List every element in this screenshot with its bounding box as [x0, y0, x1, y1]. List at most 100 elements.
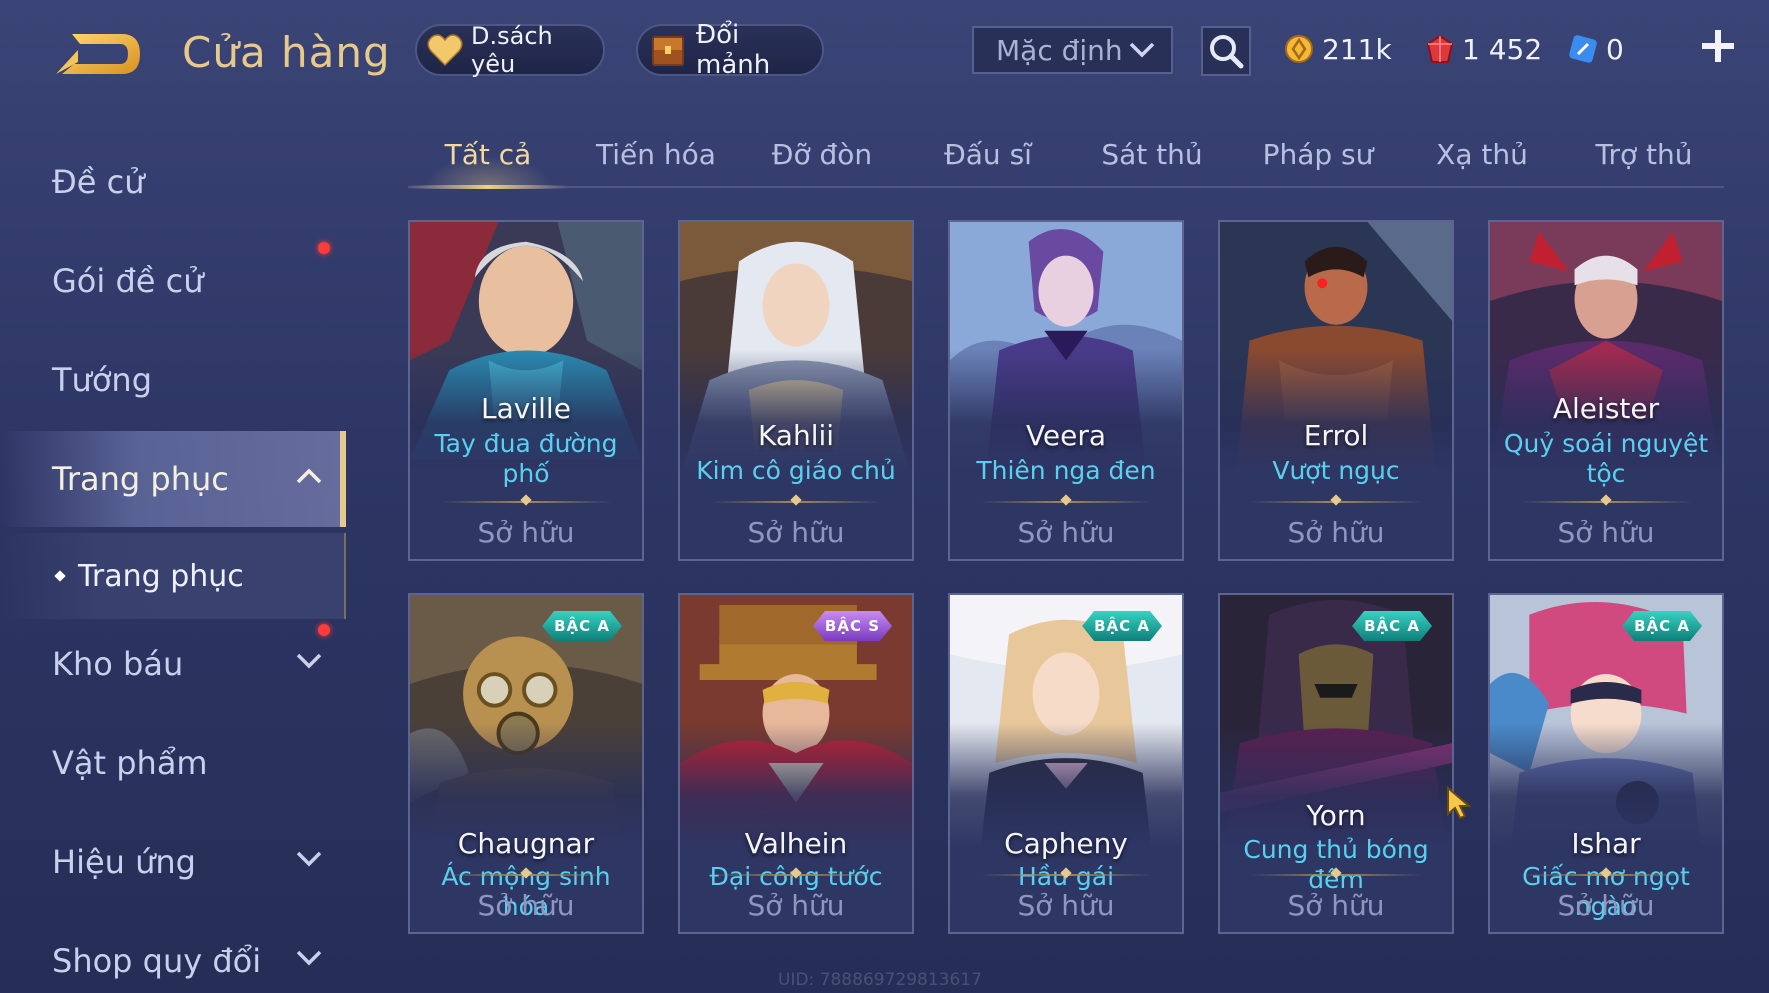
sidebar-item-label: Đề cử [52, 163, 145, 201]
search-icon [1210, 35, 1244, 69]
ruby-gem-icon [1426, 34, 1454, 63]
skin-grid: Laville Tay đua đường phố Sở hữu Kahlii … [408, 220, 1724, 993]
card-divider [980, 501, 1152, 503]
sidebar-subitem-label: Trang phục [78, 558, 244, 594]
owned-status: Sở hữu [747, 516, 845, 549]
page-title: Cửa hàng [182, 28, 391, 77]
skin-card-errol[interactable]: Errol Vượt ngục Sở hữu [1218, 220, 1454, 561]
card-divider [710, 501, 882, 503]
tier-badge: BẬC A [542, 611, 622, 641]
hero-name: Valhein [744, 827, 848, 860]
card-divider [1250, 874, 1422, 876]
tab-evolution[interactable]: Tiến hóa [576, 122, 736, 186]
skin-card-ishar[interactable]: BẬC A Ishar Giấc mơ ngọt ngào Sở hữu [1488, 593, 1724, 934]
skin-card-laville[interactable]: Laville Tay đua đường phố Sở hữu [408, 220, 644, 561]
back-arrow-icon[interactable] [52, 28, 144, 80]
chevron-up-icon [296, 468, 322, 484]
skin-card-valhein[interactable]: BẬC S Valhein Đại công tước Sở hữu [678, 593, 914, 934]
card-divider [710, 874, 882, 876]
tab-marksman[interactable]: Xạ thủ [1402, 122, 1562, 186]
skin-name: Tay đua đường phố [434, 429, 618, 488]
sidebar-item-label: Tướng [52, 361, 152, 399]
voucher-icon [1569, 35, 1597, 63]
bullet-icon [54, 570, 66, 582]
skin-card-kahlii[interactable]: Kahlii Kim cô giáo chủ Sở hữu [678, 220, 914, 561]
skin-name: Cung thủ bóng đêm [1243, 835, 1429, 894]
skin-name: Thiên nga đen [976, 456, 1156, 485]
sidebar-item-heroes[interactable]: Tướng [0, 332, 346, 428]
chest-icon [648, 30, 688, 70]
sidebar-subitem-skins[interactable]: Trang phục [0, 533, 346, 619]
gold-balance: 211k [1284, 28, 1392, 70]
chevron-down-icon [296, 950, 322, 966]
tier-badge: BẬC A [1352, 611, 1432, 641]
hero-name: Ishar [1571, 827, 1641, 860]
skin-card-chaugnar[interactable]: BẬC A Chaugnar Ác mộng sinh hóa Sở hữu [408, 593, 644, 934]
sidebar-item-label: Shop quy đổi [52, 942, 262, 980]
sidebar-item-treasure[interactable]: Kho báu [0, 616, 346, 712]
owned-status: Sở hữu [477, 889, 575, 922]
owned-status: Sở hữu [1287, 516, 1385, 549]
category-tabs: Tất cả Tiến hóa Đỡ đòn Đấu sĩ Sát thủ Ph… [408, 122, 1724, 189]
card-divider [1520, 501, 1692, 503]
skin-card-yorn[interactable]: BẬC A Yorn Cung thủ bóng đêm Sở hữu [1218, 593, 1454, 934]
hero-name: Kahlii [757, 419, 835, 452]
hero-name: Yorn [1306, 799, 1366, 832]
tab-support[interactable]: Trợ thủ [1564, 122, 1724, 186]
hero-name: Capheny [1004, 827, 1128, 860]
sidebar-item-recommended-packs[interactable]: Gói đề cử [0, 233, 346, 329]
search-button[interactable] [1201, 26, 1251, 76]
sidebar-item-effects[interactable]: Hiệu ứng [0, 814, 346, 910]
tab-fighter[interactable]: Đấu sĩ [908, 122, 1068, 186]
owned-status: Sở hữu [747, 889, 845, 922]
user-id-watermark: UID: 788869729813617 [778, 970, 982, 990]
sidebar-item-exchange-shop[interactable]: Shop quy đổi [0, 913, 346, 993]
tab-assassin[interactable]: Sát thủ [1072, 122, 1232, 186]
mouse-cursor-icon [1447, 786, 1472, 820]
ruby-balance: 1 452 [1426, 28, 1542, 70]
owned-status: Sở hữu [1017, 889, 1115, 922]
owned-status: Sở hữu [477, 516, 575, 549]
sort-value: Mặc định [996, 33, 1123, 67]
skin-card-capheny[interactable]: BẬC A Capheny Hầu gái Sở hữu [948, 593, 1184, 934]
sidebar: Đề cử Gói đề cử Tướng Trang phục Trang p… [0, 130, 346, 993]
sidebar-item-label: Kho báu [52, 645, 184, 683]
favorites-label: D.sách yêu [471, 22, 553, 78]
hero-name: Errol [1303, 419, 1369, 452]
chevron-down-icon [1129, 42, 1155, 58]
hero-name: Aleister [1552, 392, 1660, 425]
sidebar-item-label: Trang phục [52, 460, 229, 498]
tab-all[interactable]: Tất cả [408, 122, 568, 189]
plus-icon[interactable] [1698, 26, 1738, 66]
tab-tank[interactable]: Đỡ đòn [742, 122, 902, 186]
sidebar-item-recommended[interactable]: Đề cử [0, 134, 346, 230]
gold-coin-icon [1285, 35, 1313, 63]
exchange-label: Đổi mảnh [696, 20, 771, 80]
skin-name: Quỷ soái nguyệt tộc [1503, 429, 1709, 488]
owned-status: Sở hữu [1557, 516, 1655, 549]
owned-status: Sở hữu [1287, 889, 1385, 922]
card-divider [980, 874, 1152, 876]
skin-name: Vượt ngục [1272, 456, 1400, 485]
tier-badge: BẬC A [1622, 611, 1702, 641]
card-divider [1520, 874, 1692, 876]
tier-badge: BẬC A [1082, 611, 1162, 641]
skin-card-aleister[interactable]: Aleister Quỷ soái nguyệt tộc Sở hữu [1488, 220, 1724, 561]
exchange-fragments-button[interactable]: Đổi mảnh [636, 20, 824, 80]
hero-name: Chaugnar [457, 827, 595, 860]
card-divider [440, 874, 612, 876]
tab-mage[interactable]: Pháp sư [1238, 122, 1398, 186]
ruby-amount: 1 452 [1462, 32, 1543, 66]
hero-name: Laville [481, 392, 571, 425]
skin-name: Kim cô giáo chủ [696, 456, 896, 485]
chevron-down-icon [296, 851, 322, 867]
notification-dot [318, 242, 330, 254]
sidebar-item-skins[interactable]: Trang phục [0, 431, 346, 527]
skin-card-veera[interactable]: Veera Thiên nga đen Sở hữu [948, 220, 1184, 561]
hero-name: Veera [1025, 419, 1107, 452]
sort-dropdown[interactable]: Mặc định [972, 26, 1173, 74]
owned-status: Sở hữu [1017, 516, 1115, 549]
favorites-button[interactable]: D.sách yêu [415, 22, 605, 78]
gold-amount: 211k [1322, 32, 1392, 66]
sidebar-item-items[interactable]: Vật phẩm [0, 715, 346, 811]
